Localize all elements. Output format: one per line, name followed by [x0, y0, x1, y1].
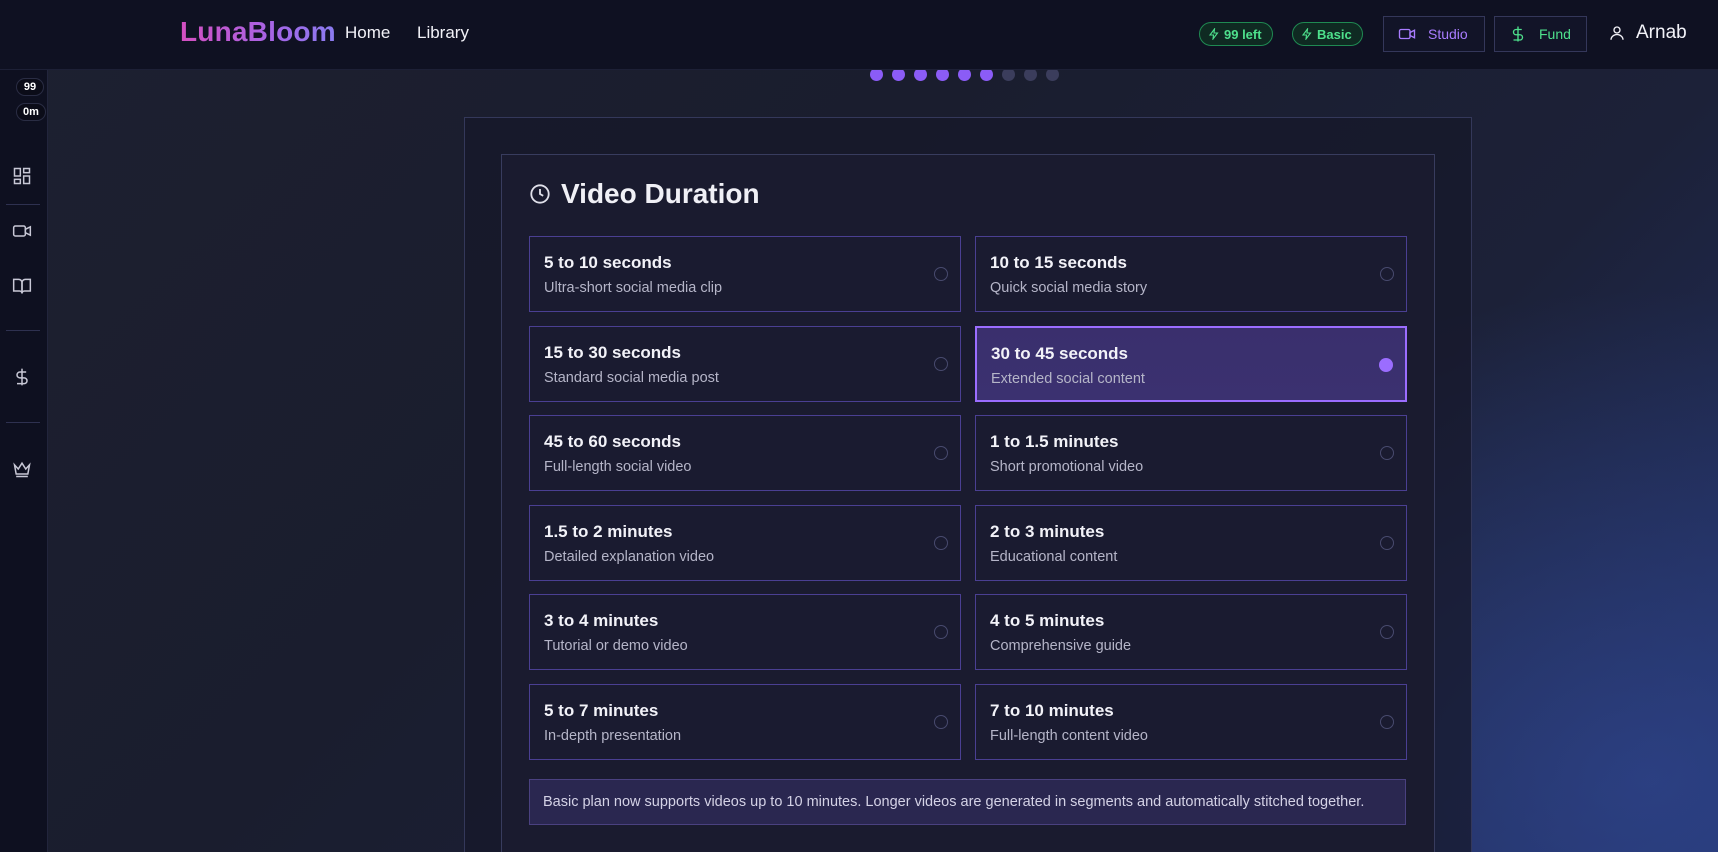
duration-option[interactable]: 10 to 15 seconds Quick social media stor…	[975, 236, 1407, 312]
duration-option[interactable]: 5 to 10 seconds Ultra-short social media…	[529, 236, 961, 312]
book-icon[interactable]	[12, 276, 32, 296]
option-title: 7 to 10 minutes	[990, 701, 1114, 720]
option-radio[interactable]	[934, 267, 948, 281]
option-radio[interactable]	[1380, 267, 1394, 281]
option-radio[interactable]	[1380, 625, 1394, 639]
rail-divider	[6, 330, 40, 331]
option-description: Standard social media post	[544, 370, 719, 386]
duration-option[interactable]: 5 to 7 minutes In-depth presentation	[529, 684, 961, 760]
option-radio[interactable]	[1380, 536, 1394, 550]
duration-option[interactable]: 3 to 4 minutes Tutorial or demo video	[529, 594, 961, 670]
option-title: 4 to 5 minutes	[990, 611, 1105, 630]
lightning-icon	[1208, 28, 1219, 40]
dollar-icon[interactable]	[12, 367, 32, 387]
duration-option[interactable]: 30 to 45 seconds Extended social content	[975, 326, 1407, 402]
option-description: Extended social content	[991, 371, 1145, 387]
option-description: In-depth presentation	[544, 728, 682, 744]
option-title: 1 to 1.5 minutes	[990, 432, 1119, 451]
section-title-text: Video Duration	[561, 178, 760, 209]
video-icon[interactable]	[12, 221, 32, 241]
fund-button[interactable]: Fund	[1494, 16, 1587, 52]
nav-library-link[interactable]: Library	[417, 23, 469, 43]
option-title: 45 to 60 seconds	[544, 432, 682, 451]
rail-divider	[6, 422, 40, 423]
option-title: 5 to 10 seconds	[544, 253, 672, 272]
option-radio[interactable]	[934, 536, 948, 550]
lightning-icon	[1301, 28, 1312, 40]
option-description: Educational content	[990, 549, 1118, 565]
option-description: Tutorial or demo video	[544, 638, 688, 654]
option-title: 15 to 30 seconds	[544, 343, 682, 362]
crown-icon[interactable]	[12, 459, 32, 479]
rail-divider	[6, 204, 40, 205]
plan-badge: Basic	[1292, 22, 1363, 46]
option-radio[interactable]	[1379, 358, 1393, 372]
option-radio[interactable]	[934, 715, 948, 729]
option-description: Full-length social video	[544, 459, 692, 475]
option-title: 30 to 45 seconds	[991, 344, 1129, 363]
option-title: 2 to 3 minutes	[990, 522, 1105, 541]
option-description: Short promotional video	[990, 459, 1144, 475]
dashboard-icon[interactable]	[12, 166, 32, 186]
option-description: Full-length content video	[990, 728, 1148, 744]
credits-left-text: 99 left	[1224, 26, 1262, 42]
option-description: Detailed explanation video	[544, 549, 715, 565]
rail-minutes-badge: 0m	[16, 103, 46, 121]
option-radio[interactable]	[934, 446, 948, 460]
option-description: Ultra-short social media clip	[544, 280, 723, 296]
credits-left-badge: 99 left	[1199, 22, 1273, 46]
duration-option[interactable]: 7 to 10 minutes Full-length content vide…	[975, 684, 1407, 760]
option-description: Comprehensive guide	[990, 638, 1132, 654]
option-radio[interactable]	[934, 625, 948, 639]
duration-option[interactable]: 2 to 3 minutes Educational content	[975, 505, 1407, 581]
brand-logo[interactable]: LunaBloom	[180, 16, 336, 48]
studio-button[interactable]: Studio	[1383, 16, 1485, 52]
clock-icon	[530, 184, 550, 204]
duration-option[interactable]: 15 to 30 seconds Standard social media p…	[529, 326, 961, 402]
option-title: 5 to 7 minutes	[544, 701, 659, 720]
plan-notice: Basic plan now supports videos up to 10 …	[529, 779, 1406, 825]
user-name: Arnab	[1636, 22, 1687, 43]
option-title: 10 to 15 seconds	[990, 253, 1128, 272]
option-radio[interactable]	[1380, 715, 1394, 729]
duration-option[interactable]: 1 to 1.5 minutes Short promotional video	[975, 415, 1407, 491]
video-icon	[1398, 28, 1416, 40]
top-bar: LunaBloom Home Library 99 left Basic Stu…	[0, 0, 1718, 70]
user-menu[interactable]: Arnab	[1608, 22, 1687, 44]
studio-button-label: Studio	[1428, 26, 1468, 42]
left-rail: 99 0m	[0, 0, 48, 852]
dollar-icon	[1512, 26, 1524, 42]
duration-option[interactable]: 45 to 60 seconds Full-length social vide…	[529, 415, 961, 491]
option-radio[interactable]	[934, 357, 948, 371]
option-title: 3 to 4 minutes	[544, 611, 659, 630]
plan-name-text: Basic	[1317, 26, 1352, 42]
rail-credits-badge: 99	[16, 78, 44, 96]
option-radio[interactable]	[1380, 446, 1394, 460]
nav-home-link[interactable]: Home	[345, 23, 390, 43]
user-icon	[1610, 26, 1624, 40]
fund-button-label: Fund	[1539, 26, 1571, 42]
duration-option[interactable]: 4 to 5 minutes Comprehensive guide	[975, 594, 1407, 670]
section-title: Video Duration	[529, 178, 760, 210]
duration-option[interactable]: 1.5 to 2 minutes Detailed explanation vi…	[529, 505, 961, 581]
option-description: Quick social media story	[990, 280, 1148, 296]
option-title: 1.5 to 2 minutes	[544, 522, 673, 541]
